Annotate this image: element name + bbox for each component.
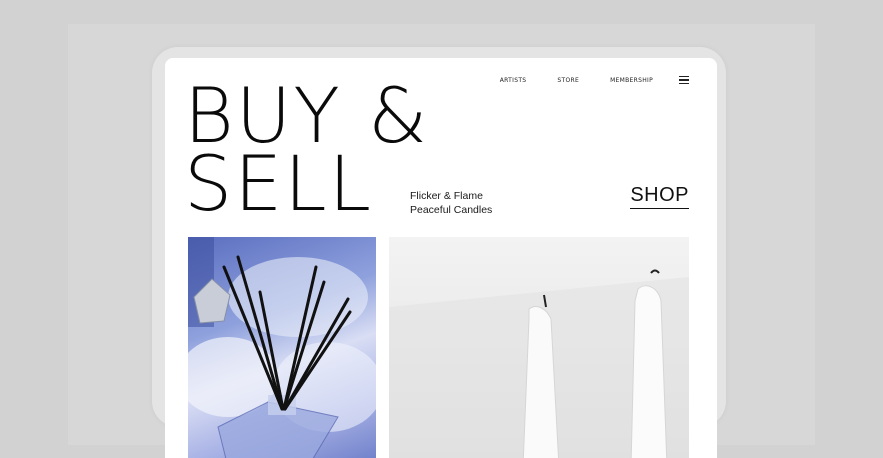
hamburger-menu-icon[interactable] (679, 76, 689, 84)
tagline-line-1: Flicker & Flame (410, 190, 483, 202)
nav-link-artists[interactable]: ARTISTS (500, 77, 527, 84)
shop-link[interactable]: SHOP (630, 184, 689, 209)
top-nav: ARTISTS STORE MEMBERSHIP (469, 76, 689, 84)
brand-tagline: Flicker & Flame Peaceful Candles (410, 190, 492, 217)
nav-link-membership[interactable]: MEMBERSHIP (610, 77, 653, 84)
reed-diffuser-photo (188, 237, 376, 458)
white-candles-photo (389, 237, 689, 458)
nav-link-store[interactable]: STORE (557, 77, 579, 84)
tagline-line-2: Peaceful Candles (410, 203, 493, 216)
hero-line-2: SELL (184, 139, 373, 228)
hero-headline: BUY & SELL (184, 78, 429, 228)
website-screen: ARTISTS STORE MEMBERSHIP BUY & SELL Flic… (165, 58, 717, 458)
